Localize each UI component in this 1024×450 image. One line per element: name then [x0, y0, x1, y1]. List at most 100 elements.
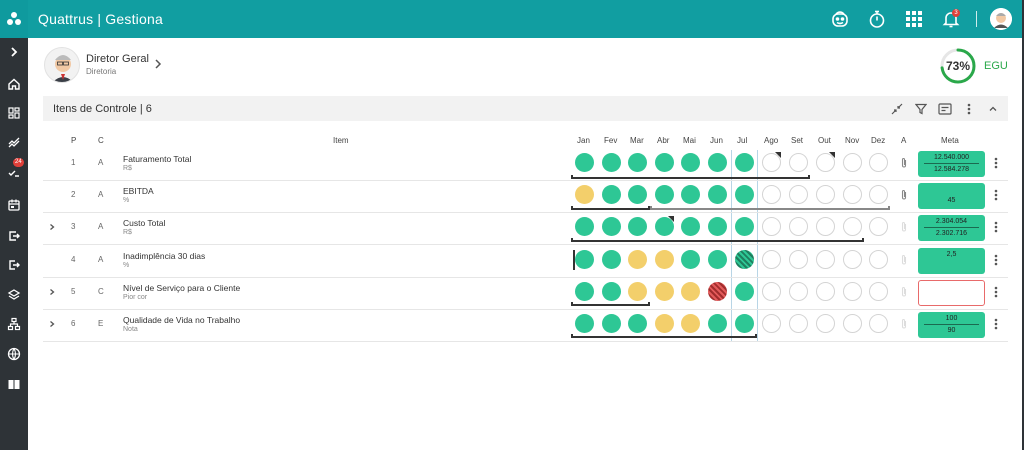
- row-menu-icon[interactable]: [994, 221, 998, 233]
- month-status-green[interactable]: [575, 282, 594, 301]
- chevron-right-icon[interactable]: [154, 58, 162, 70]
- month-status-green[interactable]: [708, 185, 727, 204]
- month-status-yellow[interactable]: [575, 185, 594, 204]
- attachment-icon[interactable]: [900, 189, 908, 201]
- month-status-green[interactable]: [602, 185, 621, 204]
- sidebar-item-dashboard[interactable]: [0, 102, 28, 124]
- sidebar-item-trend[interactable]: [0, 132, 28, 154]
- row-menu-icon[interactable]: [994, 318, 998, 330]
- month-status-empty[interactable]: [869, 153, 888, 172]
- month-status-green[interactable]: [655, 185, 674, 204]
- sidebar-item-home[interactable]: [0, 73, 28, 95]
- sidebar-item-export[interactable]: [0, 225, 28, 247]
- meta-box[interactable]: 12.540.000 12.584.278: [918, 151, 985, 177]
- month-status-empty[interactable]: [789, 282, 808, 301]
- month-status-green[interactable]: [575, 314, 594, 333]
- month-status-empty[interactable]: [816, 282, 835, 301]
- more-options-button[interactable]: [962, 102, 976, 116]
- month-status-green[interactable]: [602, 282, 621, 301]
- month-status-empty[interactable]: [843, 314, 862, 333]
- month-status-yellow[interactable]: [655, 314, 674, 333]
- month-status-empty[interactable]: [869, 250, 888, 269]
- collapse-button[interactable]: [890, 102, 904, 116]
- sidebar-item-org-chart[interactable]: [0, 313, 28, 335]
- user-avatar-button[interactable]: [990, 8, 1012, 30]
- month-status-yellow[interactable]: [681, 314, 700, 333]
- month-status-empty[interactable]: [789, 314, 808, 333]
- notifications-button[interactable]: 3: [939, 7, 963, 31]
- attachment-icon[interactable]: [900, 254, 908, 266]
- month-status-hatch-red[interactable]: [708, 282, 727, 301]
- expand-chevron-icon[interactable]: [48, 223, 56, 231]
- row-item-name[interactable]: Inadimplência 30 dias: [123, 251, 205, 261]
- month-status-green[interactable]: [735, 314, 754, 333]
- month-status-green[interactable]: [575, 250, 594, 269]
- month-status-green[interactable]: [602, 314, 621, 333]
- row-item-name[interactable]: Custo Total: [123, 218, 165, 228]
- expand-chevron-icon[interactable]: [48, 288, 56, 296]
- sidebar-item-globe[interactable]: [0, 343, 28, 365]
- month-status-green[interactable]: [628, 217, 647, 236]
- month-status-green[interactable]: [602, 250, 621, 269]
- meta-box[interactable]: 2,5: [918, 248, 985, 274]
- attachment-icon[interactable]: [900, 221, 908, 233]
- month-status-empty[interactable]: [762, 282, 781, 301]
- month-status-green[interactable]: [708, 217, 727, 236]
- timer-button[interactable]: [865, 7, 889, 31]
- user-avatar[interactable]: [44, 47, 80, 83]
- attachment-icon[interactable]: [900, 157, 908, 169]
- user-name[interactable]: Diretor Geral: [86, 53, 149, 65]
- month-status-green[interactable]: [602, 153, 621, 172]
- month-status-empty[interactable]: [789, 153, 808, 172]
- meta-box[interactable]: 45: [918, 183, 985, 209]
- month-status-empty[interactable]: [869, 282, 888, 301]
- month-status-yellow[interactable]: [655, 282, 674, 301]
- month-status-empty[interactable]: [843, 250, 862, 269]
- expand-chevron-icon[interactable]: [48, 320, 56, 328]
- filter-button[interactable]: [914, 102, 928, 116]
- month-status-empty[interactable]: [843, 185, 862, 204]
- meta-box-empty[interactable]: [918, 280, 985, 306]
- month-status-empty[interactable]: [869, 314, 888, 333]
- row-item-name[interactable]: Qualidade de Vida no Trabalho: [123, 315, 240, 325]
- row-item-name[interactable]: EBITDA: [123, 186, 154, 196]
- attachment-icon[interactable]: [900, 318, 908, 330]
- month-status-green[interactable]: [735, 217, 754, 236]
- row-item-name[interactable]: Faturamento Total: [123, 154, 191, 164]
- view-button[interactable]: [938, 102, 952, 116]
- sidebar-item-chevron-right[interactable]: [0, 41, 28, 63]
- sidebar-item-calendar[interactable]: [0, 194, 28, 216]
- month-status-green[interactable]: [681, 250, 700, 269]
- month-status-green[interactable]: [575, 153, 594, 172]
- month-status-empty[interactable]: [816, 314, 835, 333]
- month-status-empty[interactable]: [789, 185, 808, 204]
- month-status-green[interactable]: [681, 217, 700, 236]
- month-status-empty[interactable]: [816, 217, 835, 236]
- meta-box[interactable]: 100 90: [918, 312, 985, 338]
- month-status-green[interactable]: [708, 314, 727, 333]
- month-status-yellow[interactable]: [628, 250, 647, 269]
- month-status-empty[interactable]: [869, 185, 888, 204]
- month-status-empty[interactable]: [816, 250, 835, 269]
- sidebar-item-logout[interactable]: [0, 254, 28, 276]
- month-status-green[interactable]: [681, 185, 700, 204]
- month-status-green[interactable]: [628, 153, 647, 172]
- month-status-green[interactable]: [602, 217, 621, 236]
- month-status-empty[interactable]: [869, 217, 888, 236]
- month-status-green[interactable]: [655, 153, 674, 172]
- month-status-yellow[interactable]: [655, 250, 674, 269]
- meta-box[interactable]: 2.304.054 2.302.716: [918, 215, 985, 241]
- month-status-hatch-green[interactable]: [735, 250, 754, 269]
- row-menu-icon[interactable]: [994, 157, 998, 169]
- month-status-empty[interactable]: [843, 153, 862, 172]
- month-status-yellow[interactable]: [628, 282, 647, 301]
- month-status-empty[interactable]: [843, 217, 862, 236]
- row-menu-icon[interactable]: [994, 286, 998, 298]
- month-status-green[interactable]: [735, 185, 754, 204]
- app-logo[interactable]: [0, 0, 28, 38]
- month-status-green[interactable]: [708, 153, 727, 172]
- attachment-icon[interactable]: [900, 286, 908, 298]
- month-status-empty[interactable]: [789, 250, 808, 269]
- month-status-empty[interactable]: [789, 217, 808, 236]
- month-status-green[interactable]: [628, 185, 647, 204]
